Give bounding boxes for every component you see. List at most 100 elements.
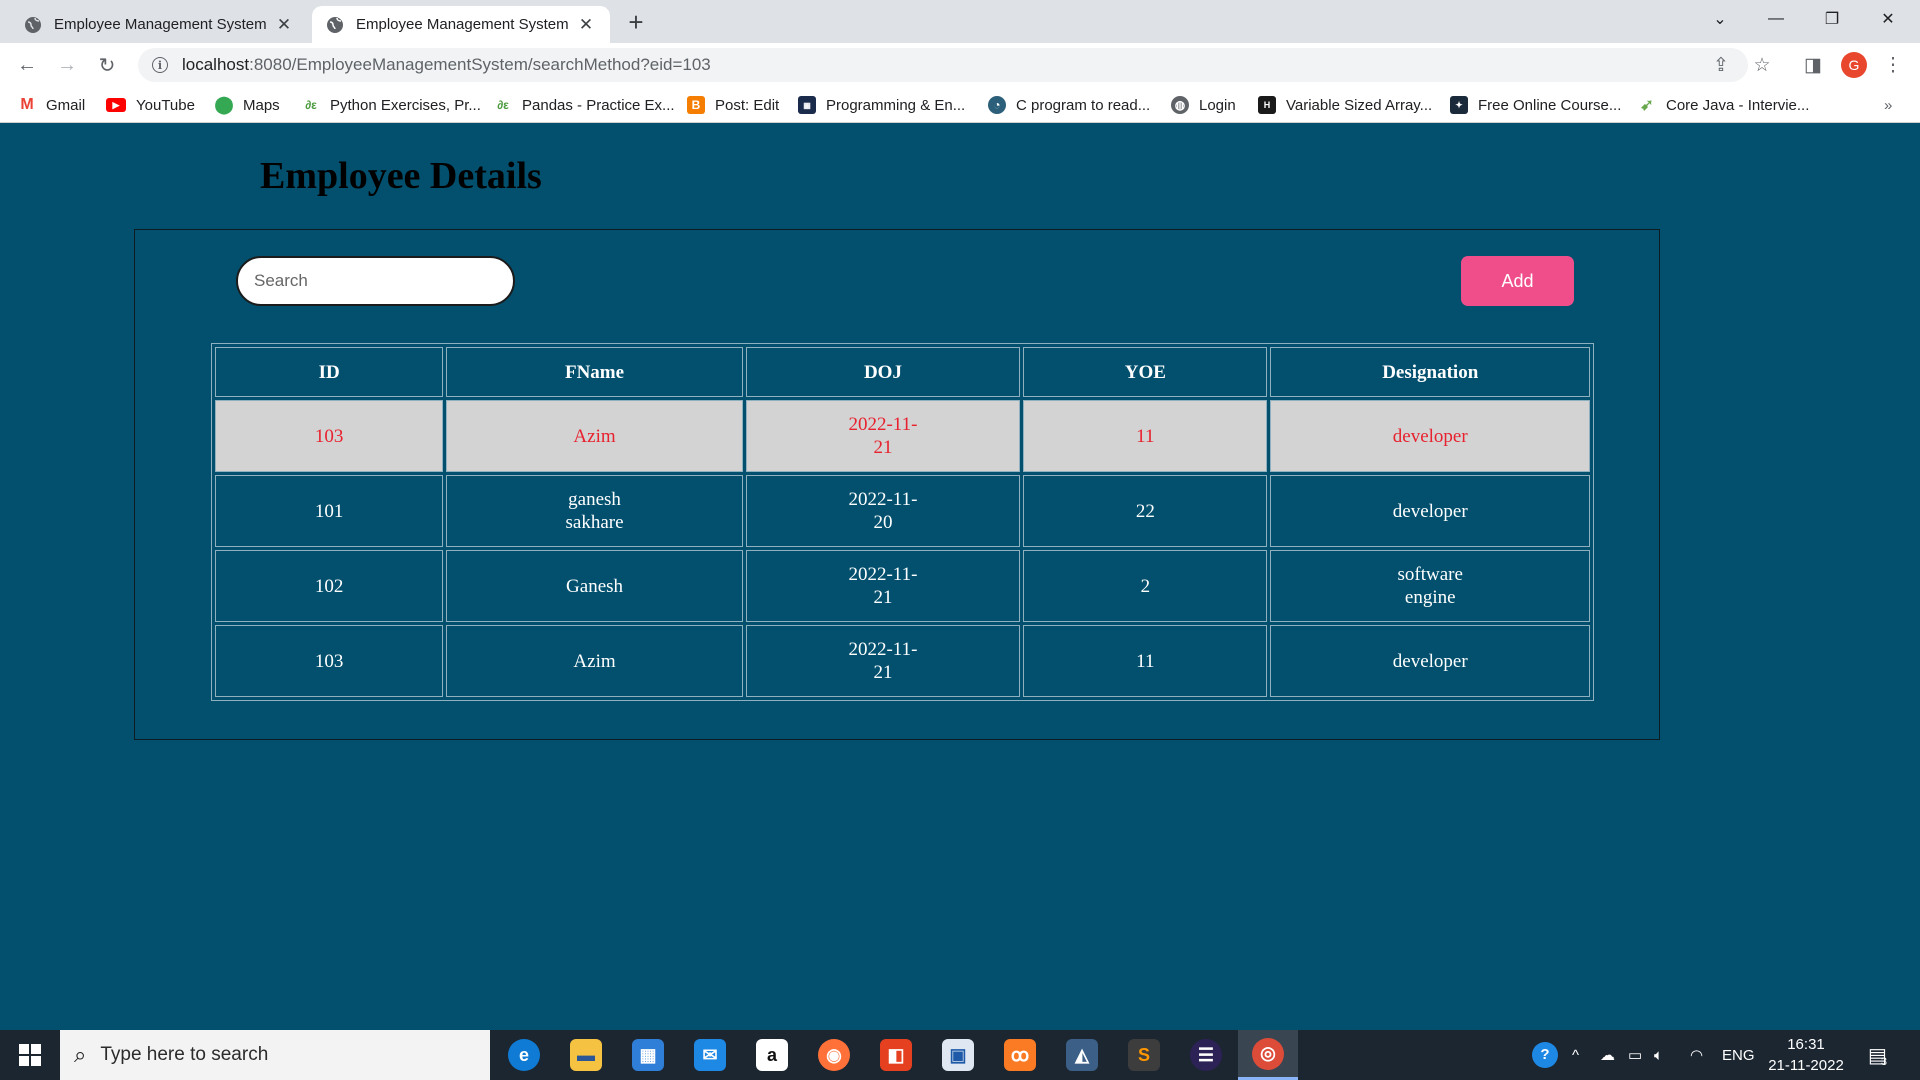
browser-tab-2[interactable]: Employee Management System ✕ bbox=[312, 6, 610, 43]
site-icon: ▦ bbox=[798, 96, 816, 114]
site-icon: ➹ bbox=[1640, 97, 1654, 114]
menu-kebab-icon[interactable]: ⋮ bbox=[1880, 52, 1906, 78]
page-title: Employee Details bbox=[260, 155, 542, 197]
windows-logo-icon bbox=[19, 1044, 41, 1066]
back-icon[interactable]: ← bbox=[12, 50, 42, 80]
chevron-up-icon[interactable]: ^ bbox=[1572, 1030, 1579, 1080]
cell-id: 102 bbox=[215, 550, 444, 622]
windows-start-button[interactable] bbox=[0, 1030, 60, 1080]
bookmark-core-java[interactable]: ➹ Core Java - Intervie... bbox=[1638, 95, 1809, 115]
cell-doj: 2022-11- 21 bbox=[745, 550, 1021, 622]
bookmark-pandas-practice[interactable]: ∂ε Pandas - Practice Ex... bbox=[494, 95, 674, 115]
employee-table: ID FName DOJ YOE Designation 103 Azim 20… bbox=[211, 343, 1594, 701]
amazon-app-icon[interactable]: a bbox=[742, 1030, 802, 1080]
browser-toolbar: ← → ↻ i localhost:8080/EmployeeManagemen… bbox=[0, 43, 1920, 87]
bookmark-variable-sized-array[interactable]: H Variable Sized Array... bbox=[1258, 95, 1432, 115]
wifi-icon[interactable]: ◠ bbox=[1690, 1030, 1703, 1080]
table-row[interactable]: 103 Azim 2022-11- 21 11 developer bbox=[215, 400, 1590, 472]
bookmark-free-online-course[interactable]: ✦ Free Online Course... bbox=[1450, 95, 1621, 115]
notification-count: 3 bbox=[1880, 1056, 1888, 1068]
eclipse-icon[interactable]: ☰ bbox=[1176, 1030, 1236, 1080]
close-tab-icon[interactable]: ✕ bbox=[274, 15, 294, 35]
volume-icon[interactable]: 🔈︎ bbox=[1654, 1030, 1663, 1080]
site-icon: ◔ bbox=[988, 96, 1006, 114]
youtube-icon: ▶ bbox=[106, 98, 126, 112]
search-input[interactable] bbox=[236, 256, 515, 306]
site-icon: ✦ bbox=[1450, 96, 1468, 114]
chrome-app-icon[interactable]: ◎ bbox=[1238, 1030, 1298, 1080]
office-app-icon[interactable]: ◧ bbox=[866, 1030, 926, 1080]
more-bookmarks-icon[interactable]: » bbox=[1884, 95, 1892, 115]
new-tab-button[interactable]: + bbox=[622, 7, 650, 37]
cell-designation: developer bbox=[1270, 625, 1590, 697]
add-button[interactable]: Add bbox=[1461, 256, 1574, 306]
tab-title: Employee Management System bbox=[356, 16, 569, 33]
browser-tab-1[interactable]: Employee Management System ✕ bbox=[10, 6, 308, 43]
minimize-button[interactable]: — bbox=[1748, 0, 1804, 38]
search-icon: ⌕ bbox=[74, 1042, 87, 1067]
share-icon[interactable]: ⇪ bbox=[1708, 52, 1734, 78]
cell-fname: Ganesh bbox=[446, 550, 743, 622]
table-row[interactable]: 101 ganesh sakhare 2022-11- 20 22 develope… bbox=[215, 475, 1590, 547]
cell-designation: developer bbox=[1270, 475, 1590, 547]
address-bar[interactable]: i localhost:8080/EmployeeManagementSyste… bbox=[138, 48, 1748, 82]
profile-avatar[interactable]: G bbox=[1841, 52, 1867, 78]
mail-app-icon[interactable]: ✉ bbox=[680, 1030, 740, 1080]
globe-icon bbox=[327, 16, 343, 33]
taskbar-search-box[interactable]: ⌕ Type here to search bbox=[60, 1030, 490, 1080]
cell-fname: Azim bbox=[446, 625, 743, 697]
cell-id: 101 bbox=[215, 475, 444, 547]
restore-button[interactable]: ❐ bbox=[1804, 0, 1860, 38]
column-header-fname: FName bbox=[446, 347, 743, 397]
gmail-icon: M bbox=[20, 96, 34, 113]
close-window-button[interactable]: ✕ bbox=[1860, 0, 1916, 38]
notification-center-icon[interactable]: ▤ 3 bbox=[1868, 1030, 1887, 1080]
firefox-icon[interactable]: ◉ bbox=[804, 1030, 864, 1080]
cell-doj: 2022-11- 20 bbox=[745, 475, 1021, 547]
help-icon[interactable]: ? bbox=[1532, 1030, 1558, 1080]
file-explorer-icon[interactable]: ▬ bbox=[556, 1030, 616, 1080]
language-indicator[interactable]: ENG bbox=[1722, 1030, 1755, 1080]
cell-fname: ganesh sakhare bbox=[446, 475, 743, 547]
store-app-icon[interactable]: ▦ bbox=[618, 1030, 678, 1080]
cell-designation: developer bbox=[1270, 400, 1590, 472]
bookmark-maps[interactable]: ⬤ Maps bbox=[214, 95, 279, 115]
cell-id: 103 bbox=[215, 400, 444, 472]
cell-id: 103 bbox=[215, 625, 444, 697]
forward-icon[interactable]: → bbox=[52, 50, 82, 80]
w3resource-icon: ∂ε bbox=[497, 98, 509, 112]
bookmark-login[interactable]: ◍ Login bbox=[1171, 95, 1236, 115]
xampp-icon[interactable]: ꝏ bbox=[990, 1030, 1050, 1080]
blogger-icon: B bbox=[687, 96, 705, 114]
w3resource-icon: ∂ε bbox=[305, 98, 317, 112]
bookmark-c-program[interactable]: ◔ C program to read... bbox=[988, 95, 1150, 115]
edge-app-icon[interactable]: e bbox=[494, 1030, 554, 1080]
cell-doj: 2022-11- 21 bbox=[745, 625, 1021, 697]
tab-search-icon[interactable]: ⌄ bbox=[1692, 0, 1748, 38]
clock[interactable]: 16:31 21-11-2022 bbox=[1760, 1034, 1852, 1076]
bookmark-youtube[interactable]: ▶ YouTube bbox=[106, 95, 195, 115]
screen-app-icon[interactable]: ▣ bbox=[928, 1030, 988, 1080]
mysql-workbench-icon[interactable]: ◭ bbox=[1052, 1030, 1112, 1080]
hackerrank-icon: H bbox=[1258, 96, 1276, 114]
bookmark-gmail[interactable]: M Gmail bbox=[18, 95, 85, 115]
table-row[interactable]: 103 Azim 2022-11- 21 11 developer bbox=[215, 625, 1590, 697]
clock-date: 21-11-2022 bbox=[1768, 1057, 1844, 1074]
bookmark-post-edit[interactable]: B Post: Edit bbox=[687, 95, 779, 115]
tab-title: Employee Management System bbox=[54, 16, 267, 33]
table-row[interactable]: 102 Ganesh 2022-11- 21 2 software engine bbox=[215, 550, 1590, 622]
onedrive-cloud-icon[interactable]: ☁ bbox=[1600, 1030, 1615, 1080]
reload-icon[interactable]: ↻ bbox=[92, 50, 122, 80]
side-panel-icon[interactable]: ◨ bbox=[1800, 52, 1826, 78]
battery-icon[interactable]: ▭ bbox=[1628, 1030, 1642, 1080]
cell-yoe: 11 bbox=[1023, 400, 1268, 472]
sublime-text-icon[interactable]: S bbox=[1114, 1030, 1174, 1080]
tab-strip: Employee Management System ✕ Employee Ma… bbox=[0, 0, 1920, 43]
close-tab-icon[interactable]: ✕ bbox=[576, 15, 596, 35]
column-header-yoe: YOE bbox=[1023, 347, 1268, 397]
bookmark-python-exercises[interactable]: ∂ε Python Exercises, Pr... bbox=[302, 95, 481, 115]
cell-yoe: 11 bbox=[1023, 625, 1268, 697]
site-info-icon[interactable]: i bbox=[152, 57, 168, 73]
bookmark-programming[interactable]: ▦ Programming & En... bbox=[798, 95, 965, 115]
bookmark-star-icon[interactable]: ☆ bbox=[1749, 52, 1775, 78]
